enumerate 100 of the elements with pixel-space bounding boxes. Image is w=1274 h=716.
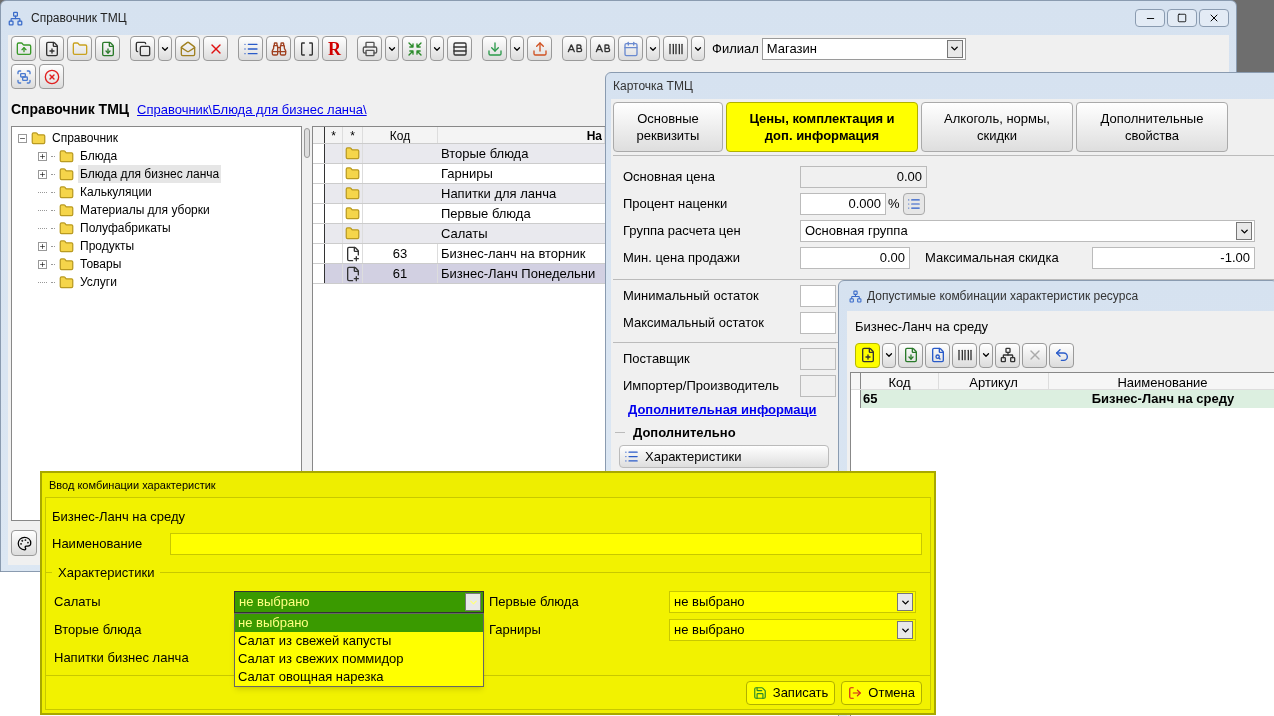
folder-icon [59, 166, 74, 182]
column-header[interactable]: * [325, 127, 343, 143]
column-header[interactable]: Код [363, 127, 438, 143]
toolbar-button[interactable] [663, 36, 688, 61]
table-cell: 63 [363, 243, 438, 264]
dropdown-button[interactable] [510, 36, 524, 61]
branch-select[interactable]: Магазин [761, 37, 966, 60]
tree-item[interactable]: Блюда для бизнес ланча [78, 165, 222, 183]
toolbar-button[interactable] [995, 342, 1020, 368]
table-row[interactable]: Первые блюда [313, 204, 605, 224]
table-cell-text: Вторые блюда [440, 144, 530, 163]
dropdown-button[interactable] [646, 36, 660, 61]
table-row[interactable]: Вторые блюда [313, 144, 605, 164]
save-button[interactable]: Записать [745, 681, 836, 705]
cancel-button[interactable]: Отмена [841, 681, 922, 705]
toolbar-button[interactable] [130, 36, 155, 61]
toolbar-button[interactable] [357, 36, 382, 61]
branch-label: Филиал [712, 39, 759, 58]
dropdown-button[interactable] [882, 342, 896, 368]
tree-item[interactable]: Товары [78, 255, 124, 273]
list-button[interactable] [902, 193, 925, 215]
column-header[interactable]: Наименование [1049, 372, 1274, 389]
name-field[interactable] [170, 532, 922, 555]
dropdown-button[interactable] [691, 36, 705, 61]
price-group-select[interactable]: Основная группа [800, 220, 1255, 242]
expand-icon[interactable] [38, 259, 47, 269]
more-info-link[interactable]: Дополнительная информаци [628, 400, 817, 420]
tree-item[interactable]: Калькуляции [78, 183, 154, 201]
toolbar-button[interactable] [952, 342, 977, 368]
tree-item[interactable]: Продукты [78, 237, 137, 255]
tree-item[interactable]: Материалы для уборки [78, 201, 212, 219]
dropdown-button[interactable] [385, 36, 399, 61]
toolbar-button[interactable] [562, 36, 587, 61]
tab[interactable]: Алкоголь, нормы, скидки [921, 102, 1073, 152]
table-row[interactable]: Напитки для ланча [313, 184, 605, 204]
folder-icon [71, 40, 88, 57]
dropdown-button[interactable] [979, 342, 993, 368]
dropdown-button[interactable] [430, 36, 444, 61]
add-file-icon [859, 347, 876, 363]
tab[interactable]: Основные реквизиты [613, 102, 723, 152]
dropdown-option[interactable]: Салат овощная нарезка [235, 668, 483, 686]
tree-item[interactable]: Справочник [50, 129, 120, 147]
toolbar-button[interactable] [294, 36, 319, 61]
expand-icon[interactable] [38, 169, 47, 179]
app-logo-icon [8, 10, 23, 26]
toolbar-button[interactable] [266, 36, 291, 61]
toolbar-button[interactable] [855, 342, 880, 368]
arrows-icon [406, 40, 423, 57]
list-icon [624, 449, 639, 464]
input-field[interactable] [800, 285, 836, 307]
tree-item[interactable]: Полуфабрикаты [78, 219, 173, 237]
table-row[interactable]: 63 Бизнес-ланч на вторник [313, 244, 605, 264]
characteristics-button[interactable]: Характеристики [619, 445, 829, 468]
input-field[interactable]: -1.00 [1092, 247, 1255, 269]
characteristic-select[interactable]: не выбрано [669, 591, 916, 613]
toolbar-button[interactable]: R [322, 36, 347, 61]
input-field[interactable]: 0.00 [800, 247, 910, 269]
dropdown-option[interactable]: Салат из свежих поммидор [235, 650, 483, 668]
collapse-icon[interactable] [18, 133, 27, 143]
tree-item[interactable]: Блюда [78, 147, 120, 165]
maximize-button[interactable] [1167, 9, 1197, 27]
toolbar-button[interactable] [925, 342, 950, 368]
splitter-handle[interactable] [304, 128, 310, 158]
column-header[interactable]: Артикул [939, 372, 1049, 389]
file-icon [99, 40, 116, 57]
toolbar-button[interactable] [590, 36, 615, 61]
toolbar-button[interactable] [95, 36, 120, 61]
toolbar-button[interactable] [447, 36, 472, 61]
binoculars-icon [270, 40, 287, 57]
close-icon [43, 68, 60, 85]
expand-icon[interactable] [38, 151, 47, 161]
expand-icon[interactable] [38, 241, 47, 251]
file-icon [902, 347, 919, 363]
dropdown-button[interactable] [158, 36, 172, 61]
tree-item[interactable]: Услуги [78, 273, 119, 291]
tab[interactable]: Дополнительные свойства [1076, 102, 1228, 152]
breadcrumb-link[interactable]: Справочник\Блюда для бизнес ланча\ [137, 100, 367, 120]
table-row[interactable]: Гарниры [313, 164, 605, 184]
table-cell-text: Бизнес-Ланч на среду [1090, 389, 1236, 408]
toolbar-button[interactable] [238, 36, 263, 61]
field-label: Максимальный остаток [623, 314, 765, 333]
column-header[interactable]: Код [861, 372, 939, 389]
tab[interactable]: Цены, комплектация и доп. информация [726, 102, 918, 152]
table-cell: 61 [363, 263, 438, 284]
table-row[interactable]: 61 Бизнес-Ланч Понедельни [313, 264, 605, 284]
toolbar-button[interactable] [898, 342, 923, 368]
barcode-icon [956, 347, 973, 363]
toolbar-button[interactable] [39, 36, 64, 61]
input-field[interactable]: 0.000 [800, 193, 886, 215]
table-row[interactable]: Салаты [313, 224, 605, 244]
palette-button[interactable] [11, 530, 37, 556]
input-field[interactable] [800, 312, 836, 334]
field-label: Импортер/Производитель [623, 377, 780, 396]
table-cell-text: 65 [862, 389, 879, 408]
readonly-field: 0.00 [800, 166, 927, 188]
dropdown-option[interactable]: Салат из свежей капусты [235, 632, 483, 650]
characteristic-select[interactable]: не выбрано [669, 619, 916, 641]
column-header[interactable]: * [343, 127, 363, 143]
folder-icon [345, 206, 360, 221]
close-button[interactable] [1199, 9, 1229, 27]
